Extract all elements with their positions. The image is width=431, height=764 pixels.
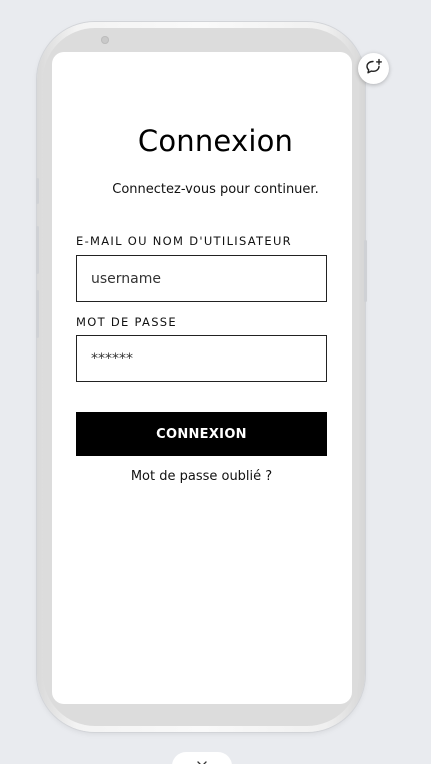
login-button[interactable]: CONNEXION	[76, 412, 327, 456]
username-label: E-MAIL OU NOM D'UTILISATEUR	[76, 234, 292, 248]
password-field-box[interactable]	[76, 335, 327, 382]
username-field-box[interactable]	[76, 255, 327, 302]
chat-add-icon	[365, 58, 383, 80]
bottom-drawer-tab[interactable]	[172, 752, 232, 764]
forgot-password-link[interactable]: Mot de passe oublié ?	[0, 469, 403, 484]
password-label: MOT DE PASSE	[76, 315, 177, 329]
phone-side-button-right	[364, 240, 367, 302]
password-input[interactable]	[77, 336, 326, 381]
preview-stage: Connexion Connectez-vous pour continuer.…	[0, 0, 431, 764]
page-subtitle: Connectez-vous pour continuer.	[112, 182, 319, 197]
phone-side-button-left-2	[36, 226, 39, 274]
page-title: Connexion	[137, 124, 294, 158]
phone-side-button-left-3	[36, 290, 39, 338]
username-input[interactable]	[77, 256, 326, 301]
camera-dot	[101, 36, 109, 44]
feedback-button[interactable]	[358, 53, 389, 84]
chevron-down-icon	[197, 752, 207, 764]
forgot-password-label[interactable]: Mot de passe oublié ?	[131, 469, 272, 484]
